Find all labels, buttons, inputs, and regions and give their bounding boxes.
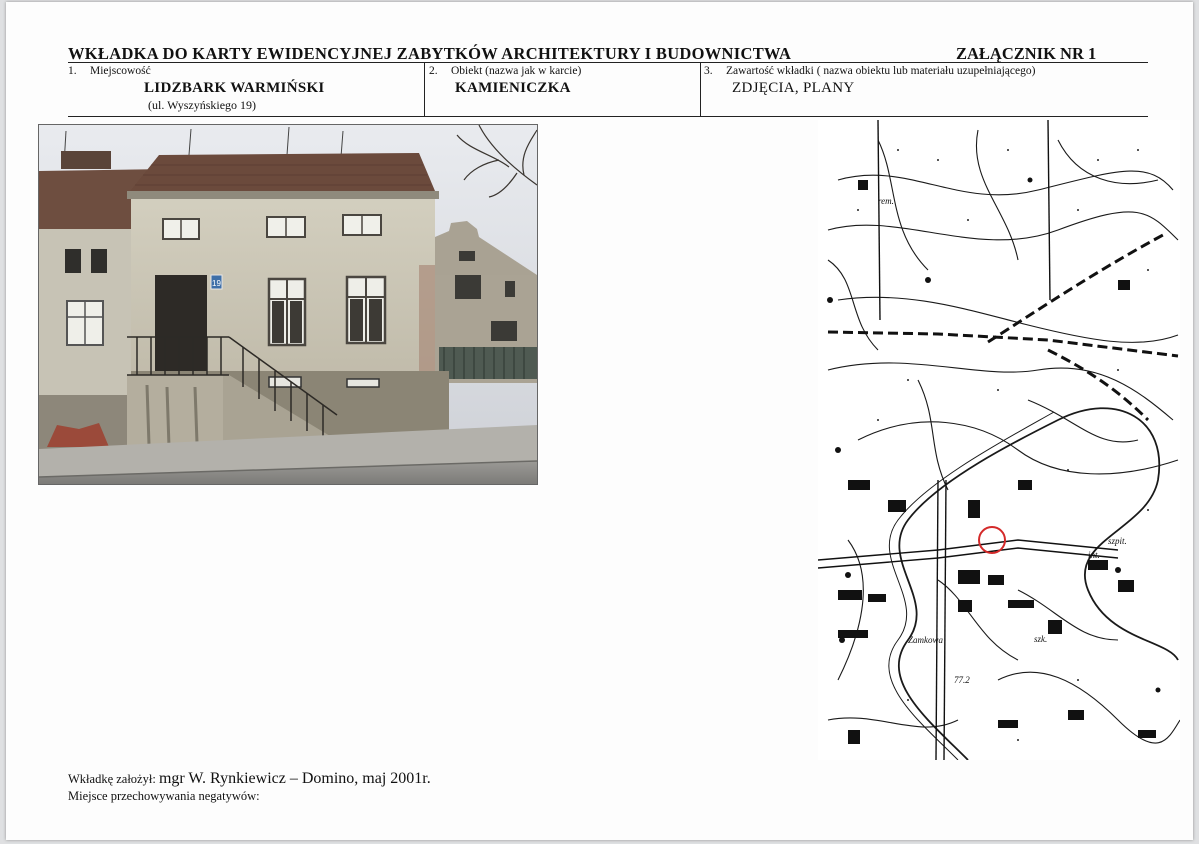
- field-object-label: 2. Obiekt (nazwa jak w karcie): [429, 65, 582, 77]
- building-photo: 19: [38, 124, 538, 485]
- field-contents-value: ZDJĘCIA, PLANY: [732, 80, 855, 96]
- map-label: szpit.: [1108, 536, 1127, 546]
- location-map: rem. szpit. int. Zamkowa szk. 77.2: [817, 119, 1181, 761]
- map-label: Zamkowa: [908, 635, 944, 645]
- header-rule: [68, 62, 1148, 63]
- house-number: 19: [212, 279, 221, 288]
- field-object-value: KAMIENICZKA: [455, 80, 571, 96]
- map-label: rem.: [878, 196, 894, 206]
- fields-rule: [68, 116, 1148, 117]
- negatives-location: Miejsce przechowywania negatywów:: [68, 789, 260, 803]
- field-locality-value: LIDZBARK WARMIŃSKI: [144, 80, 325, 96]
- map-label: szk.: [1034, 634, 1047, 644]
- document-sheet: WKŁADKA DO KARTY EWIDENCYJNEJ ZABYTKÓW A…: [6, 2, 1193, 840]
- author-name: mgr W. Rynkiewicz – Domino, maj 2001r.: [158, 770, 431, 787]
- field-locality-label: 1. Miejscowość: [68, 65, 151, 77]
- annex-number: ZAŁĄCZNIK NR 1: [956, 44, 1097, 63]
- field-divider: [700, 63, 701, 116]
- field-locality-address: (ul. Wyszyńskiego 19): [148, 98, 257, 112]
- map-label: int.: [1088, 550, 1100, 560]
- map-label: 77.2: [954, 675, 970, 685]
- document-title: WKŁADKA DO KARTY EWIDENCYJNEJ ZABYTKÓW A…: [68, 44, 792, 63]
- author-line: Wkładkę założył: mgr W. Rynkiewicz – Dom…: [68, 770, 431, 787]
- field-contents-label: 3. Zawartość wkładki ( nazwa obiektu lub …: [704, 65, 1036, 77]
- field-divider: [424, 63, 425, 116]
